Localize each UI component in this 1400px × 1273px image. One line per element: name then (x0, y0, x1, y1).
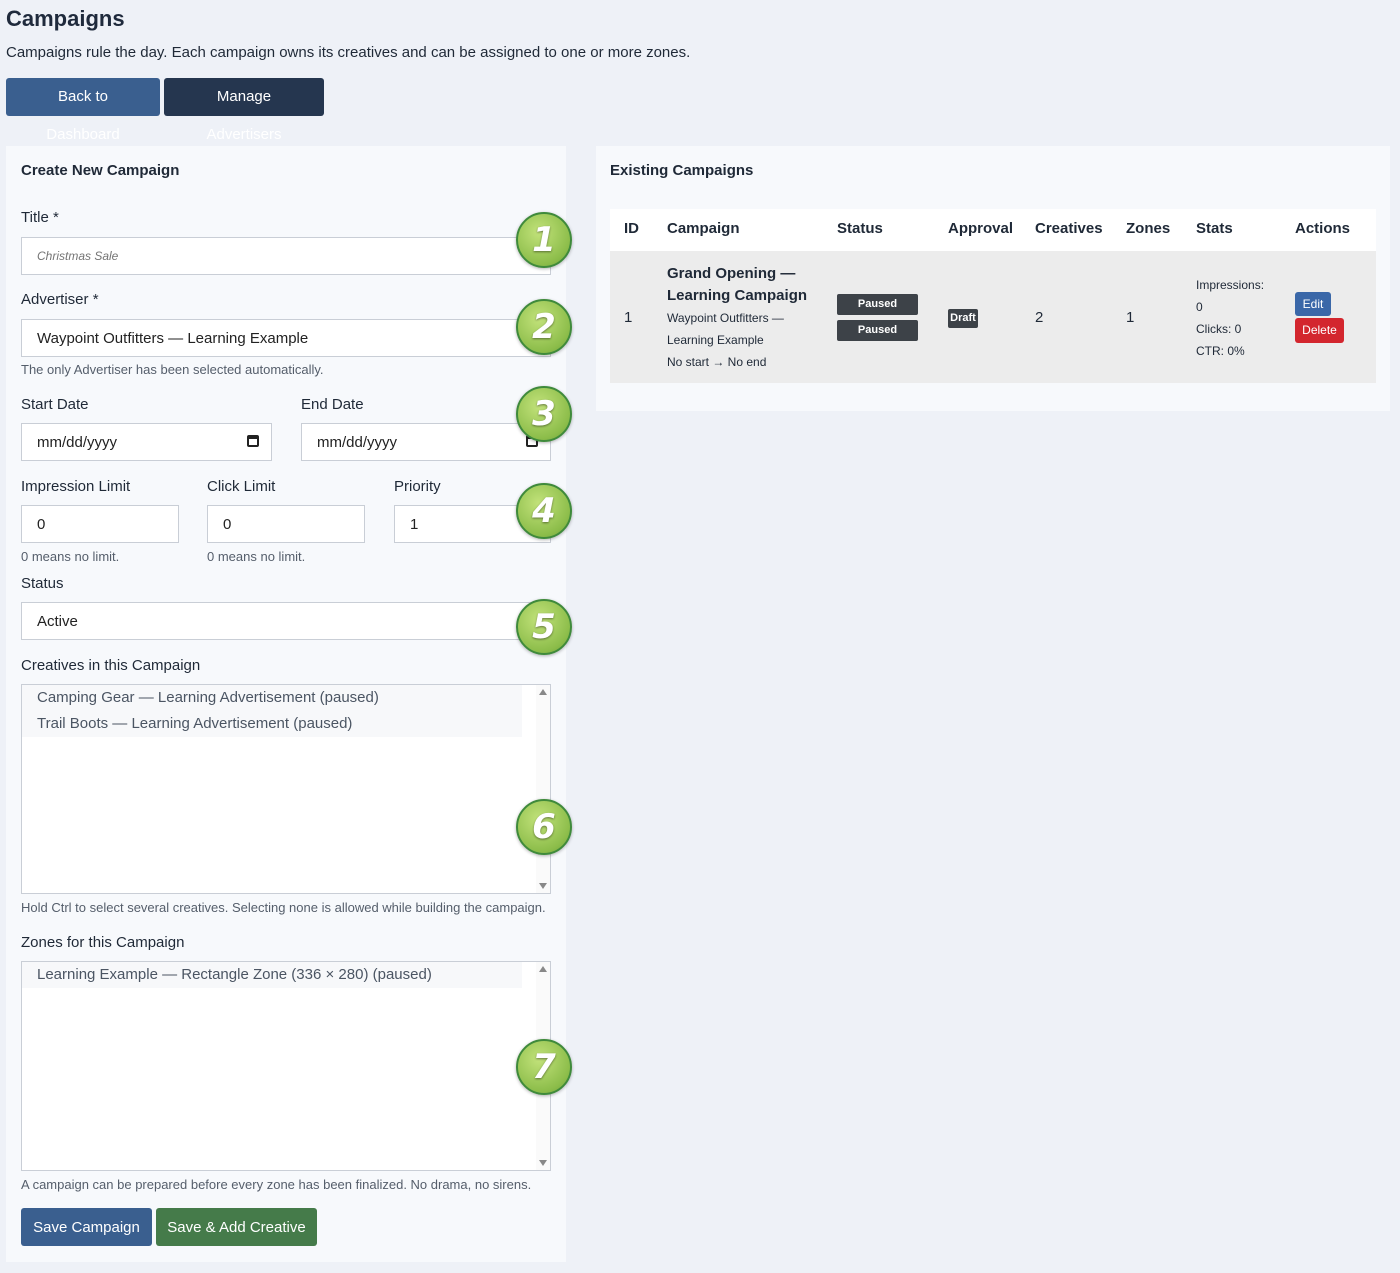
scroll-down-icon[interactable] (539, 883, 547, 889)
campaign-name: Grand Opening — (667, 265, 796, 282)
number-badge-5: 5 (516, 599, 572, 655)
end-date-label: End Date (301, 396, 364, 413)
create-campaign-heading: Create New Campaign (21, 162, 180, 179)
status-badge: Paused (837, 294, 918, 315)
back-to-dashboard-button[interactable]: Back to Dashboard (6, 78, 160, 143)
column-header: ID (624, 220, 639, 237)
delete-button[interactable]: Delete (1295, 318, 1344, 343)
campaign-dates: No start → No end (667, 355, 767, 369)
campaign-advertiser: Learning Example (667, 333, 764, 347)
campaign-name: Learning Campaign (667, 287, 808, 304)
click-limit-value: 0 (223, 515, 232, 533)
impressions-value: 0 (1196, 300, 1203, 314)
title-label: Title * (21, 209, 59, 226)
zones-multiselect[interactable]: Learning Example — Rectangle Zone (336 ×… (21, 961, 551, 1171)
creatives-hint: Hold Ctrl to select several creatives. S… (21, 900, 546, 915)
column-header: Creatives (1035, 220, 1103, 237)
advertiser-hint: The only Advertiser has been selected au… (21, 362, 324, 377)
impressions-label: Impressions: (1196, 278, 1265, 292)
scroll-up-icon[interactable] (539, 689, 547, 695)
impression-limit-input[interactable]: 0 (21, 505, 179, 543)
scroll-up-icon[interactable] (539, 966, 547, 972)
creatives-label: Creatives in this Campaign (21, 657, 201, 674)
click-limit-hint: 0 means no limit. (207, 549, 306, 564)
end-date-input[interactable]: mm/dd/yyyy (301, 423, 551, 461)
edit-button[interactable]: Edit (1295, 292, 1331, 316)
scroll-down-icon[interactable] (539, 1160, 547, 1166)
status-select[interactable]: Active (21, 602, 551, 640)
number-badge-3: 3 (516, 386, 572, 442)
calendar-icon[interactable] (247, 435, 259, 447)
zone-option[interactable]: Learning Example — Rectangle Zone (336 ×… (22, 962, 522, 988)
creatives-count: 2 (1035, 309, 1044, 326)
impression-limit-value: 0 (37, 515, 46, 533)
ctr-stat: CTR: 0% (1196, 344, 1245, 358)
status-badge: Paused (837, 320, 918, 341)
title-input[interactable] (21, 237, 551, 275)
advertiser-label: Advertiser * (21, 291, 99, 308)
end-date-value: mm/dd/yyyy (317, 433, 398, 451)
clicks-stat: Clicks: 0 (1196, 322, 1242, 336)
priority-label: Priority (394, 478, 441, 495)
campaign-id: 1 (624, 309, 633, 326)
start-date-label: Start Date (21, 396, 89, 413)
creatives-multiselect[interactable]: Camping Gear — Learning Advertisement (p… (21, 684, 551, 894)
column-header: Stats (1196, 220, 1233, 237)
number-badge-4: 4 (516, 483, 572, 539)
zones-count: 1 (1126, 309, 1135, 326)
click-limit-label: Click Limit (207, 478, 276, 495)
number-badge-6: 6 (516, 799, 572, 855)
save-campaign-button[interactable]: Save Campaign (21, 1208, 152, 1246)
status-label: Status (21, 575, 64, 592)
zones-label: Zones for this Campaign (21, 934, 185, 951)
start-date-input[interactable]: mm/dd/yyyy (21, 423, 272, 461)
click-limit-input[interactable]: 0 (207, 505, 365, 543)
approval-badge: Draft (948, 309, 978, 328)
impression-limit-hint: 0 means no limit. (21, 549, 120, 564)
creative-option[interactable]: Camping Gear — Learning Advertisement (p… (22, 685, 522, 711)
impression-limit-label: Impression Limit (21, 478, 131, 495)
zones-hint: A campaign can be prepared before every … (21, 1177, 532, 1192)
advertiser-select[interactable]: Waypoint Outfitters — Learning Example (21, 319, 551, 357)
number-badge-2: 2 (516, 299, 572, 355)
page-subtitle: Campaigns rule the day. Each campaign ow… (6, 44, 691, 61)
number-badge-7: 7 (516, 1039, 572, 1095)
column-header: Zones (1126, 220, 1171, 237)
status-select-value: Active (37, 612, 78, 630)
start-date-value: mm/dd/yyyy (37, 433, 118, 451)
creative-option[interactable]: Trail Boots — Learning Advertisement (pa… (22, 711, 522, 737)
manage-advertisers-button[interactable]: Manage Advertisers (164, 78, 324, 143)
creatives-scrollbar[interactable] (536, 685, 550, 893)
existing-campaigns-heading: Existing Campaigns (610, 162, 754, 179)
column-header: Actions (1295, 220, 1351, 237)
column-header: Campaign (667, 220, 740, 237)
number-badge-1: 1 (516, 212, 572, 268)
page-title: Campaigns (6, 6, 125, 31)
advertiser-select-value: Waypoint Outfitters — Learning Example (37, 329, 309, 347)
column-header: Approval (948, 220, 1014, 237)
column-header: Status (837, 220, 883, 237)
campaign-advertiser: Waypoint Outfitters — (667, 311, 784, 325)
priority-value: 1 (410, 515, 419, 533)
save-and-add-creative-button[interactable]: Save & Add Creative (156, 1208, 317, 1246)
